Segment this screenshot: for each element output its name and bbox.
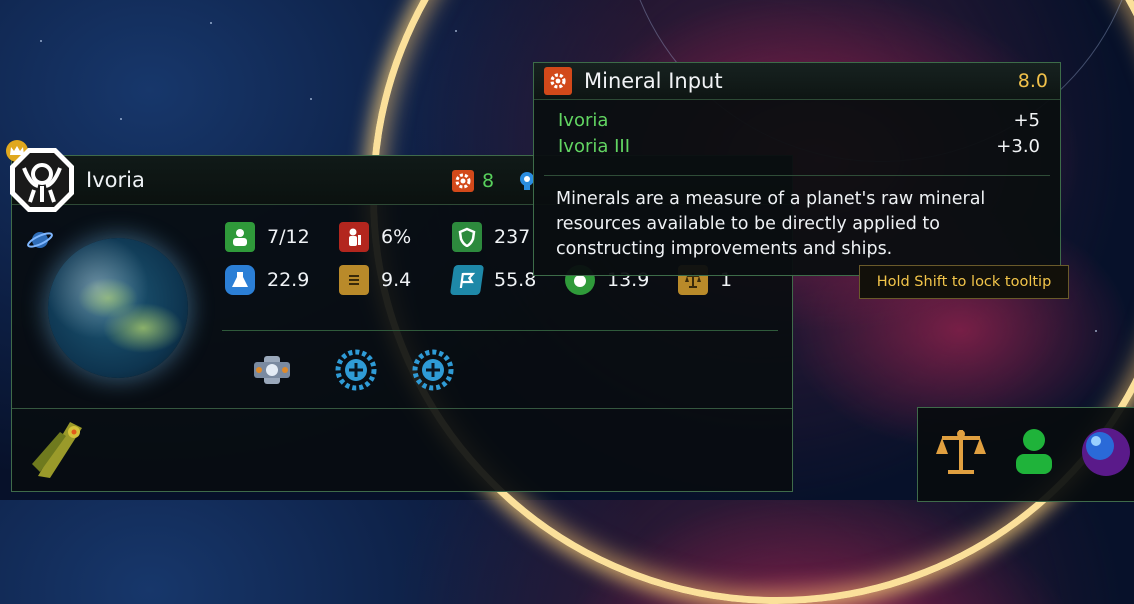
influence-value: 55.8 <box>494 269 537 291</box>
mineral-input-tooltip: Mineral Input 8.0 Ivoria +5 Ivoria III +… <box>533 62 1061 276</box>
worker-icon <box>339 222 369 252</box>
mineral-header-stat[interactable]: 8 <box>452 170 494 192</box>
defense-stat[interactable]: 237 <box>452 222 530 252</box>
credits-value: 9.4 <box>381 269 412 291</box>
bottom-right-toolbar <box>917 407 1134 502</box>
tooltip-description: Minerals are a measure of a planet's raw… <box>556 189 986 259</box>
tooltip-row-value: +3.0 <box>996 136 1040 157</box>
orbit-planet-icon[interactable] <box>26 226 54 254</box>
lock-tooltip-hint: Hold Shift to lock tooltip <box>859 265 1069 299</box>
science-flask-icon <box>225 265 255 295</box>
science-value: 22.9 <box>267 269 310 291</box>
tooltip-total: 8.0 <box>1017 70 1048 92</box>
fleet-ship-icon[interactable] <box>30 414 94 482</box>
influence-flag-icon <box>449 265 485 295</box>
tooltip-header: Mineral Input 8.0 <box>534 63 1060 100</box>
approval-scales-icon[interactable] <box>934 426 988 478</box>
faction-emblem-icon[interactable] <box>8 146 76 214</box>
star <box>455 30 457 32</box>
fleet-section-separator <box>12 408 792 409</box>
tooltip-row-label: Ivoria III <box>558 136 631 157</box>
galaxy-orb-icon[interactable] <box>1080 426 1132 478</box>
population-icon[interactable] <box>1010 426 1058 478</box>
gear-icon <box>544 67 572 95</box>
tooltip-row-value: +5 <box>1013 110 1040 131</box>
star <box>310 98 312 100</box>
population-value: 7/12 <box>267 226 310 248</box>
shield-icon <box>452 222 482 252</box>
star <box>40 40 42 42</box>
space-station-icon[interactable] <box>250 348 294 392</box>
influence-stat[interactable]: 55.8 <box>449 265 537 295</box>
mineral-header-value: 8 <box>482 170 495 192</box>
add-slot-icon[interactable] <box>334 348 378 392</box>
tooltip-title: Mineral Input <box>584 69 723 93</box>
planet-name[interactable]: Ivoria <box>86 168 145 192</box>
defense-value: 237 <box>494 226 531 248</box>
planet-globe-image[interactable] <box>48 238 188 378</box>
science-stat[interactable]: 22.9 <box>225 265 309 295</box>
credits-icon <box>339 265 369 295</box>
tooltip-row-label: Ivoria <box>558 110 609 131</box>
credits-stat[interactable]: 9.4 <box>339 265 411 295</box>
star <box>1095 330 1097 332</box>
star <box>120 118 122 120</box>
worker-stat[interactable]: 6% <box>339 222 411 252</box>
worker-value: 6% <box>381 226 412 248</box>
population-icon <box>225 222 255 252</box>
star <box>210 22 212 24</box>
gear-icon <box>452 170 474 192</box>
add-slot-icon[interactable] <box>411 348 455 392</box>
population-stat[interactable]: 7/12 <box>225 222 310 252</box>
tooltip-separator <box>544 175 1050 176</box>
stats-divider <box>222 330 778 331</box>
